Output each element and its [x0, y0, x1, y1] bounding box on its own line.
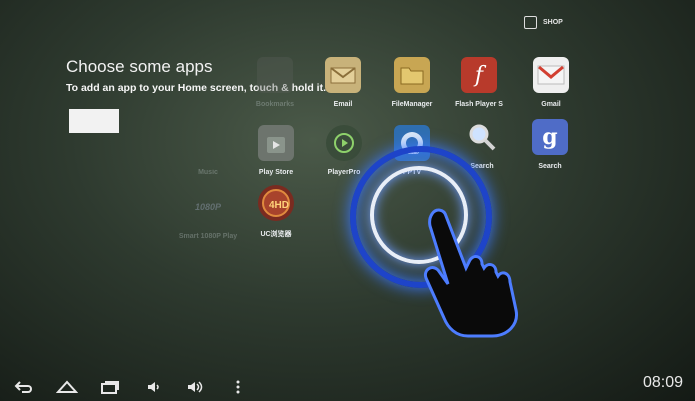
clock: 08:09 — [642, 374, 683, 391]
search-icon — [464, 119, 500, 155]
google-search-icon: g — [532, 119, 568, 155]
app-play-store[interactable]: Play Store — [241, 125, 311, 176]
svg-text:4HD: 4HD — [269, 200, 289, 211]
shop-button[interactable]: SHOP — [524, 16, 563, 29]
volume-up-icon[interactable] — [186, 380, 206, 396]
uc-browser-icon: 4HD — [258, 185, 294, 221]
system-navigation-bar — [0, 368, 695, 401]
1080p-player-icon: 1080P — [194, 202, 222, 212]
app-1080p-player[interactable]: 1080P Smart 1080P Play — [173, 189, 243, 240]
back-icon[interactable] — [14, 380, 34, 396]
app-music[interactable]: Music — [173, 125, 243, 176]
app-filemanager[interactable]: FileManager — [377, 57, 447, 108]
home-icon[interactable] — [55, 380, 79, 396]
gmail-icon — [533, 57, 569, 93]
email-icon — [325, 57, 361, 93]
volume-down-icon[interactable] — [146, 380, 162, 396]
ok-button[interactable] — [69, 109, 119, 133]
intro-title: Choose some apps — [66, 57, 213, 76]
menu-icon[interactable] — [235, 380, 241, 396]
music-icon — [190, 125, 226, 161]
app-google-search[interactable]: g Search — [515, 119, 585, 170]
flash-player-icon: f — [461, 57, 497, 93]
app-bookmarks[interactable]: Bookmarks — [240, 57, 310, 108]
file-manager-icon — [394, 57, 430, 93]
app-gmail[interactable]: Gmail — [516, 57, 586, 108]
shop-label: SHOP — [543, 19, 563, 26]
playerpro-icon — [326, 125, 362, 161]
play-store-icon — [258, 125, 294, 161]
app-uc-browser[interactable]: 4HD UC浏览器 — [241, 185, 311, 239]
bookmarks-icon — [257, 57, 293, 93]
shopping-bag-icon — [524, 16, 537, 29]
recent-apps-icon[interactable] — [100, 380, 120, 396]
pointing-hand-icon — [423, 208, 518, 338]
app-email[interactable]: Email — [308, 57, 378, 108]
app-flash-player[interactable]: f Flash Player S — [444, 57, 514, 108]
